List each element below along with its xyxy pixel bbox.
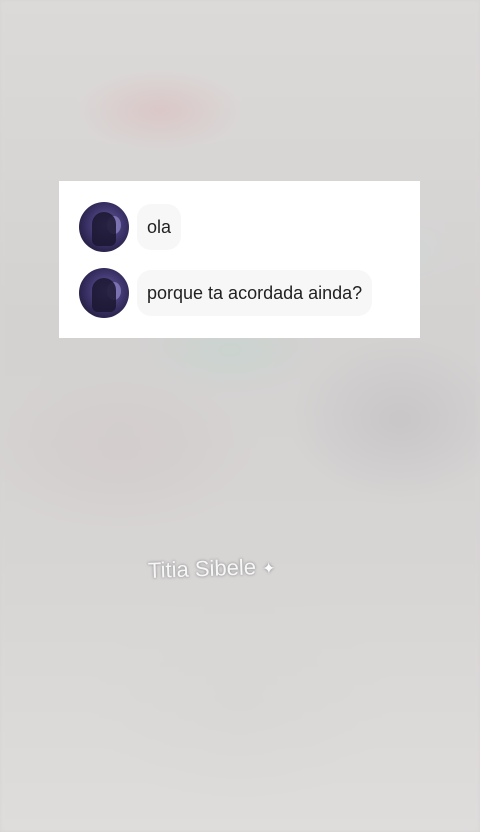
message-bubble: ola — [137, 204, 182, 250]
caption-label: Titia Sibele — [147, 554, 257, 583]
message-bubble: porque ta acordada ainda? — [137, 270, 373, 316]
avatar-figure — [92, 278, 116, 312]
message-row: porque ta acordada ainda? — [79, 268, 373, 318]
sparkle-icon: ✦ — [261, 560, 276, 579]
avatar-figure — [92, 212, 116, 246]
message-card: ola porque ta acordada ainda? — [59, 181, 420, 338]
message-row: ola — [79, 202, 182, 252]
avatar[interactable] — [79, 202, 129, 252]
blurred-background — [0, 0, 480, 832]
caption-text: Titia Sibele ✦ — [148, 554, 276, 584]
avatar[interactable] — [79, 268, 129, 318]
